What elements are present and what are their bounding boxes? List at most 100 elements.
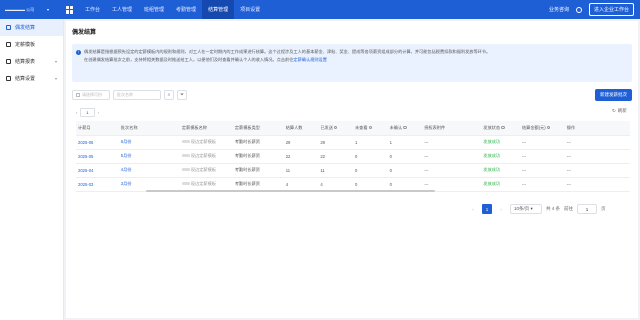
- cell-attachment: ---: [422, 177, 482, 192]
- chevron-down-icon: ▾: [54, 59, 57, 64]
- col-count: 结算人数: [283, 121, 319, 136]
- report-icon: [6, 59, 11, 64]
- confirm-rule-settings-link[interactable]: 定薪确认规则设置: [293, 57, 327, 62]
- cell-unviewed: 0: [352, 149, 388, 164]
- nav-settlement-management[interactable]: 结算管理: [202, 0, 235, 19]
- nav-attendance-management[interactable]: 考勤管理: [170, 0, 202, 19]
- cell-unviewed: 0: [352, 177, 388, 192]
- cell-template-text: 现边定薪模板: [190, 167, 216, 172]
- prev-page-icon[interactable]: ‹: [76, 110, 77, 115]
- cell-unconfirmed: 0: [387, 163, 423, 178]
- cell-count: 29: [283, 135, 319, 150]
- col-sent-label: 已发送: [320, 124, 333, 130]
- cell-status: 发放成功: [481, 135, 520, 150]
- cell-operation: ---: [564, 163, 630, 178]
- cell-operation: ---: [564, 149, 630, 164]
- company-switcher[interactable]: ▬▬▬▬▬ 公司 ▾: [0, 7, 60, 13]
- batch-name-input[interactable]: 批次名称: [113, 90, 161, 100]
- nav-workbench[interactable]: 工作台: [79, 0, 106, 19]
- redacted-mark: [181, 154, 190, 158]
- cell-count: 22: [283, 149, 319, 164]
- company-name: ▬▬▬▬▬ 公司: [5, 6, 35, 12]
- cell-amount: ---: [519, 163, 565, 178]
- table-row: 2025-03 3月份 现边定薪模板 考勤时长薪资 4 4 0 0 --- 发放…: [76, 177, 630, 192]
- info-icon: [333, 125, 338, 130]
- col-month: 计薪月: [76, 121, 119, 136]
- col-unviewed: 未查看: [352, 121, 388, 136]
- main-content: 偶发结算 ! 偶发结算是指根据预先设定的定薪模板内的规则和规则，对工人在一定时期…: [66, 21, 638, 318]
- cell-type: 考勤时长薪资: [232, 163, 284, 178]
- chevron-down-icon: ▾: [54, 76, 57, 81]
- col-unviewed-label: 未查看: [354, 124, 368, 130]
- cell-sent: 29: [318, 135, 353, 150]
- search-icon[interactable]: ⌕: [164, 90, 174, 100]
- jump-page-input[interactable]: 1: [577, 204, 598, 214]
- table-header-row: 计薪月 批次名称 定薪模板名称 定薪模板类型 结算人数 已发送 未查看 未确认 …: [76, 121, 630, 136]
- cell-template-text: 现边定薪模板: [190, 153, 216, 158]
- refresh-label: 刷新: [617, 108, 627, 113]
- refresh-button[interactable]: ↻ 刷新: [612, 108, 627, 114]
- sidebar-item-settlement-settings[interactable]: 结算设置 ▾: [0, 70, 63, 87]
- cell-attachment: ---: [422, 149, 482, 164]
- page-size-value: 10条/页: [514, 206, 530, 211]
- top-navigation-bar: ▬▬▬▬▬ 公司 ▾ 工作台 工人管理 班组管理 考勤管理 结算管理 项目设置 …: [0, 0, 640, 19]
- next-page-icon[interactable]: ›: [496, 204, 506, 214]
- info-icon: [546, 125, 551, 130]
- cell-batch[interactable]: 3月份: [118, 177, 180, 192]
- refresh-icon: ↻: [612, 108, 616, 113]
- cell-count: 4: [283, 177, 319, 192]
- cell-operation: ---: [564, 177, 630, 192]
- next-page-icon[interactable]: ›: [98, 110, 99, 115]
- cell-unviewed: 1: [352, 135, 388, 150]
- user-avatar-icon[interactable]: [575, 6, 582, 13]
- cell-month[interactable]: 2025-06: [76, 135, 119, 150]
- cell-batch[interactable]: 6月份: [118, 135, 180, 150]
- funnel-icon[interactable]: ⏷: [177, 90, 187, 100]
- service-consult-link[interactable]: 业务咨询: [549, 6, 569, 13]
- main-nav: 工作台 工人管理 班组管理 考勤管理 结算管理 项目设置: [79, 0, 266, 19]
- sidebar-item-salary-template[interactable]: 定薪模板: [0, 36, 63, 53]
- redacted-mark: [181, 182, 190, 186]
- col-template-type: 定薪模板类型: [232, 121, 284, 136]
- cell-status: 发放成功: [481, 163, 520, 178]
- page-size-select[interactable]: 10条/页 ▾: [510, 204, 542, 214]
- sidebar-item-label: 结算设置: [15, 76, 36, 82]
- nav-project-settings[interactable]: 项目设置: [234, 0, 266, 19]
- current-page[interactable]: 1: [80, 108, 95, 117]
- cell-month[interactable]: 2025-04: [76, 163, 119, 178]
- table-row: 2025-05 5月份 现边定薪模板 考勤时长薪资 22 22 0 0 --- …: [76, 149, 630, 164]
- sidebar-item-settlement-report[interactable]: 结算报表 ▾: [0, 53, 63, 70]
- cell-amount: ---: [519, 177, 565, 192]
- cell-batch[interactable]: 4月份: [118, 163, 180, 178]
- cell-month[interactable]: 2025-03: [76, 177, 119, 192]
- app-grid-icon[interactable]: [66, 5, 74, 14]
- template-icon: [6, 42, 11, 47]
- new-batch-button[interactable]: 新建发薪批次: [595, 89, 632, 101]
- cell-sent: 4: [318, 177, 353, 192]
- filter-bar: 请选择月份 批次名称 ⌕ ⏷ 新建发薪批次: [72, 89, 632, 101]
- settings-icon: [6, 76, 11, 81]
- col-unconfirmed: 未确认: [387, 121, 423, 136]
- horizontal-scrollbar[interactable]: [146, 190, 435, 192]
- month-picker[interactable]: 请选择月份: [72, 90, 110, 100]
- cell-attachment: ---: [422, 135, 482, 150]
- sidebar-item-occasional-settlement[interactable]: 偶发结算: [0, 19, 63, 36]
- col-unconfirmed-label: 未确认: [389, 124, 403, 130]
- info-notice: ! 偶发结算是指根据预先设定的定薪模板内的规则和规则，对工人在一定时期内的工作成…: [72, 44, 632, 82]
- cell-status: 发放成功: [481, 149, 520, 164]
- total-count: 共 4 条: [546, 206, 561, 211]
- info-icon: [368, 125, 373, 130]
- enter-enterprise-workbench-button[interactable]: 进入企业工作台: [588, 3, 634, 16]
- cell-amount: ---: [519, 149, 565, 164]
- page-number[interactable]: 1: [482, 204, 492, 214]
- pagination: ‹ 1 › 10条/页 ▾ 共 4 条 前往 1 页: [468, 204, 606, 214]
- col-template: 定薪模板名称: [179, 121, 233, 136]
- cell-batch[interactable]: 5月份: [118, 149, 180, 164]
- cell-template: 现边定薪模板: [179, 163, 233, 178]
- prev-page-icon[interactable]: ‹: [468, 204, 478, 214]
- nav-worker-management[interactable]: 工人管理: [106, 0, 138, 19]
- settlement-table: 计薪月 批次名称 定薪模板名称 定薪模板类型 结算人数 已发送 未查看 未确认 …: [76, 121, 630, 192]
- nav-team-management[interactable]: 班组管理: [138, 0, 170, 19]
- cell-month[interactable]: 2025-05: [76, 149, 119, 164]
- info-icon: !: [76, 50, 81, 55]
